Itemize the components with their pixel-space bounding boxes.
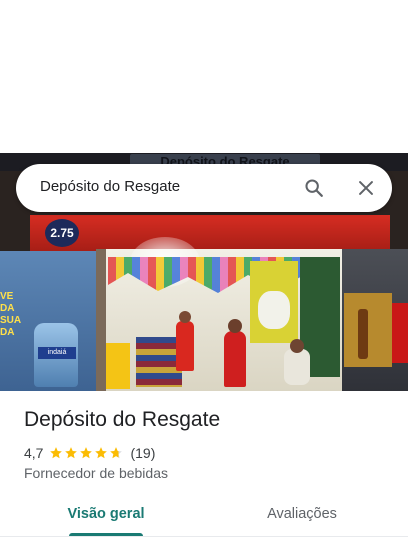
beer-poster (344, 293, 392, 367)
person-figure (284, 349, 310, 385)
tab-reviews[interactable]: Avaliações (252, 494, 352, 536)
star-icon (50, 447, 63, 459)
storefront-banner (30, 215, 390, 251)
place-title: Depósito do Resgate (24, 408, 221, 431)
tab-overview[interactable]: Visão geral (56, 494, 156, 536)
rating-value: 4,7 (24, 445, 44, 461)
rating-row[interactable]: 4,7 (19) (24, 444, 155, 462)
poster-fist-graphic (258, 291, 290, 329)
person-head (179, 311, 191, 323)
person-figure (176, 321, 194, 371)
rating-stars (49, 446, 124, 460)
place-tabs: Visão geral Avaliações (0, 494, 408, 544)
yellow-cooler (106, 343, 130, 389)
search-bar[interactable]: Depósito do Resgate (16, 164, 392, 212)
close-icon[interactable] (355, 177, 377, 199)
place-category[interactable]: Fornecedor de bebidas (24, 465, 168, 481)
star-icon (80, 447, 93, 459)
star-icon (95, 447, 108, 459)
map-blank-area (0, 0, 408, 153)
person-figure (224, 331, 246, 387)
person-head (228, 319, 242, 333)
search-query[interactable]: Depósito do Resgate (40, 178, 180, 195)
water-jug-label: indaiá (38, 347, 76, 359)
banner-logo: 2.75 (45, 219, 79, 247)
left-wall-text: VE DA SUA DA (0, 291, 21, 338)
star-icon (110, 447, 123, 459)
beer-bottle (358, 309, 368, 359)
tabs-divider (0, 536, 408, 537)
star-icon (65, 447, 78, 459)
search-icon[interactable] (303, 177, 325, 199)
reviews-count[interactable]: (19) (130, 445, 155, 461)
person-head (290, 339, 304, 353)
soda-fridge (392, 303, 408, 363)
